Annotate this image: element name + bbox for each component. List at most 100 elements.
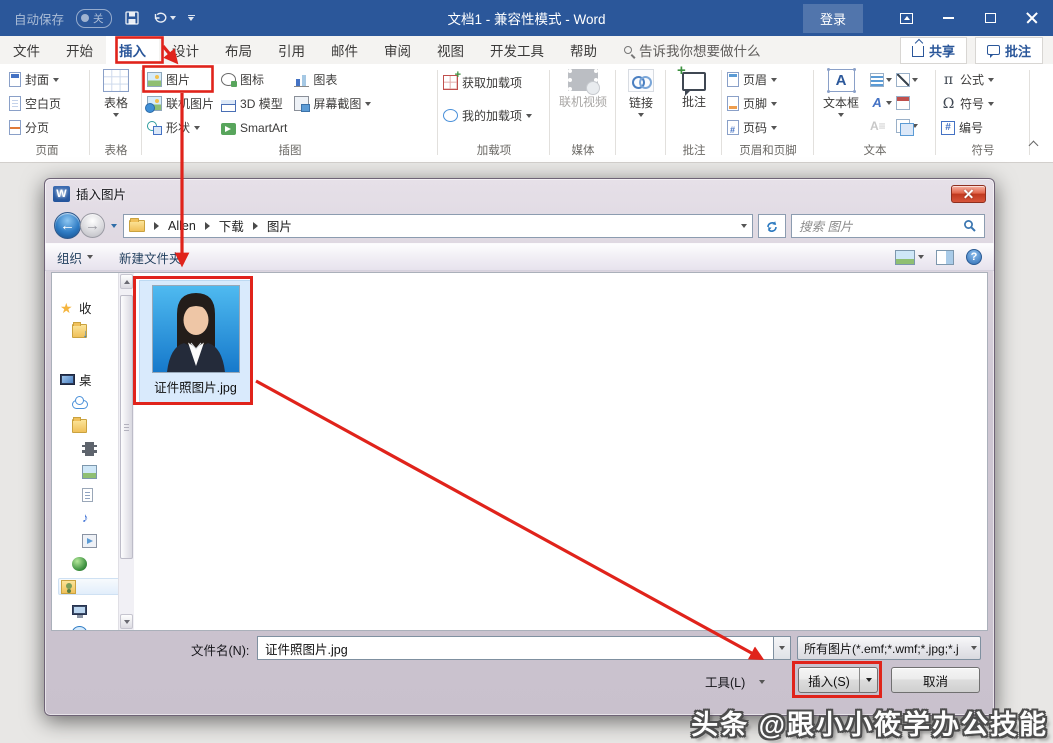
- tab-developer[interactable]: 开发工具: [477, 36, 557, 64]
- breadcrumb-separator-icon[interactable]: [253, 222, 258, 230]
- change-view-button[interactable]: [895, 250, 924, 265]
- quick-parts-button[interactable]: [870, 69, 894, 90]
- object-button[interactable]: [896, 115, 920, 136]
- 3d-models-button[interactable]: 3D 模型: [221, 94, 287, 113]
- shapes-button[interactable]: 形状: [147, 118, 214, 137]
- online-pictures-button[interactable]: 联机图片: [147, 94, 214, 113]
- breadcrumb-dropdown-icon[interactable]: [741, 224, 747, 228]
- sidebar-scrollbar[interactable]: [118, 273, 134, 630]
- ribbon-display-options-button[interactable]: [885, 0, 927, 36]
- wordart-button[interactable]: A: [870, 92, 894, 113]
- ribbon-group-comments: 批注 批注: [666, 65, 722, 162]
- save-button[interactable]: [124, 10, 140, 26]
- ribbon-group-links: 链接: [616, 65, 666, 162]
- tab-file[interactable]: 文件: [0, 36, 53, 64]
- refresh-icon: [765, 219, 779, 233]
- date-time-button[interactable]: [896, 92, 920, 113]
- customize-qat-button[interactable]: [188, 15, 195, 22]
- tab-insert[interactable]: 插入: [106, 36, 159, 64]
- symbol-button[interactable]: Ω符号: [941, 94, 994, 113]
- breadcrumb-item-pictures[interactable]: 图片: [267, 216, 292, 235]
- footer-icon: [727, 96, 739, 111]
- new-folder-button[interactable]: 新建文件夹: [119, 248, 182, 267]
- search-icon: [963, 219, 977, 233]
- group-label-header-footer: 页眉和页脚: [727, 140, 809, 162]
- minimize-button[interactable]: [927, 0, 969, 36]
- help-button[interactable]: ?: [966, 249, 982, 265]
- scroll-down-button[interactable]: [120, 614, 133, 629]
- tab-references[interactable]: 引用: [265, 36, 318, 64]
- dialog-close-button[interactable]: [951, 185, 986, 203]
- get-addins-button[interactable]: 获取加载项: [443, 73, 532, 92]
- comments-button[interactable]: 批注: [975, 37, 1043, 64]
- my-addins-icon: [443, 109, 458, 122]
- autosave-toggle[interactable]: 关: [76, 9, 112, 28]
- history-dropdown-icon[interactable]: [111, 224, 117, 228]
- filename-dropdown-button[interactable]: [773, 636, 791, 660]
- online-video-button[interactable]: 联机视频: [555, 65, 611, 110]
- breadcrumb[interactable]: Allen 下载 图片: [123, 214, 753, 238]
- tab-mailings[interactable]: 邮件: [318, 36, 371, 64]
- cover-page-button[interactable]: 封面: [9, 70, 61, 89]
- scroll-up-button[interactable]: [120, 274, 133, 289]
- chart-button[interactable]: 图表: [294, 70, 371, 89]
- tab-help[interactable]: 帮助: [557, 36, 610, 64]
- text-box-button[interactable]: A 文本框: [819, 65, 863, 117]
- scrollbar-thumb[interactable]: [120, 295, 133, 559]
- filename-input[interactable]: 证件照图片.jpg: [257, 636, 773, 660]
- link-button[interactable]: 链接: [624, 65, 658, 117]
- breadcrumb-separator-icon[interactable]: [205, 222, 210, 230]
- new-comment-button[interactable]: 批注: [678, 65, 710, 110]
- pictures-button[interactable]: 图片: [147, 70, 214, 89]
- close-button[interactable]: [1011, 0, 1053, 36]
- header-button[interactable]: 页眉: [727, 70, 777, 89]
- file-item-photo[interactable]: 证件照图片.jpg: [139, 280, 252, 403]
- preview-pane-button[interactable]: [936, 250, 954, 265]
- smartart-button[interactable]: SmartArt: [221, 118, 287, 137]
- number-button[interactable]: #编号: [941, 118, 994, 137]
- folder-icon: [72, 419, 87, 433]
- footer-button[interactable]: 页脚: [727, 94, 777, 113]
- signature-line-button[interactable]: [896, 69, 920, 90]
- tools-menu-button[interactable]: 工具(L): [705, 669, 765, 694]
- refresh-button[interactable]: [758, 214, 786, 238]
- insert-button[interactable]: 插入(S): [798, 667, 860, 693]
- chevron-down-icon: [779, 646, 785, 650]
- group-label-comments: 批注: [671, 140, 717, 162]
- tab-view[interactable]: 视图: [424, 36, 477, 64]
- page-number-button[interactable]: 页码: [727, 118, 777, 137]
- text-box-icon: A: [828, 69, 855, 92]
- blank-page-button[interactable]: 空白页: [9, 94, 61, 113]
- breadcrumb-item-allen[interactable]: Allen: [168, 219, 196, 233]
- page-break-button[interactable]: 分页: [9, 118, 61, 137]
- screenshot-button[interactable]: 屏幕截图: [294, 94, 371, 113]
- sign-in-button[interactable]: 登录: [803, 4, 863, 33]
- back-button[interactable]: ←: [54, 212, 81, 239]
- table-button[interactable]: 表格: [99, 65, 133, 117]
- equation-button[interactable]: π公式: [941, 70, 994, 89]
- organize-button[interactable]: 组织: [57, 248, 93, 267]
- maximize-button[interactable]: [969, 0, 1011, 36]
- collapse-ribbon-button[interactable]: [1030, 136, 1051, 162]
- dialog-titlebar[interactable]: W 插入图片: [45, 179, 994, 208]
- filename-combobox[interactable]: 证件照图片.jpg: [257, 636, 791, 660]
- my-addins-button[interactable]: 我的加载项: [443, 106, 532, 125]
- tab-home[interactable]: 开始: [53, 36, 106, 64]
- undo-button[interactable]: [152, 10, 176, 26]
- forward-button[interactable]: →: [80, 213, 105, 238]
- cancel-button[interactable]: 取消: [891, 667, 980, 693]
- equation-icon: π: [941, 72, 956, 87]
- breadcrumb-separator-icon[interactable]: [154, 222, 159, 230]
- tab-design[interactable]: 设计: [159, 36, 212, 64]
- breadcrumb-item-downloads[interactable]: 下载: [219, 216, 244, 235]
- tab-review[interactable]: 审阅: [371, 36, 424, 64]
- insert-dropdown-button[interactable]: [859, 667, 878, 693]
- tab-layout[interactable]: 布局: [212, 36, 265, 64]
- tell-me-box[interactable]: 告诉我你想要做什么: [624, 40, 761, 60]
- drop-cap-button[interactable]: A≡: [870, 115, 894, 136]
- file-list: 证件照图片.jpg: [134, 273, 987, 630]
- share-button[interactable]: 共享: [900, 37, 967, 64]
- icons-button[interactable]: 图标: [221, 70, 287, 89]
- filetype-combobox[interactable]: 所有图片(*.emf;*.wmf;*.jpg;*.j: [797, 636, 981, 660]
- search-box[interactable]: 搜索 图片: [791, 214, 985, 238]
